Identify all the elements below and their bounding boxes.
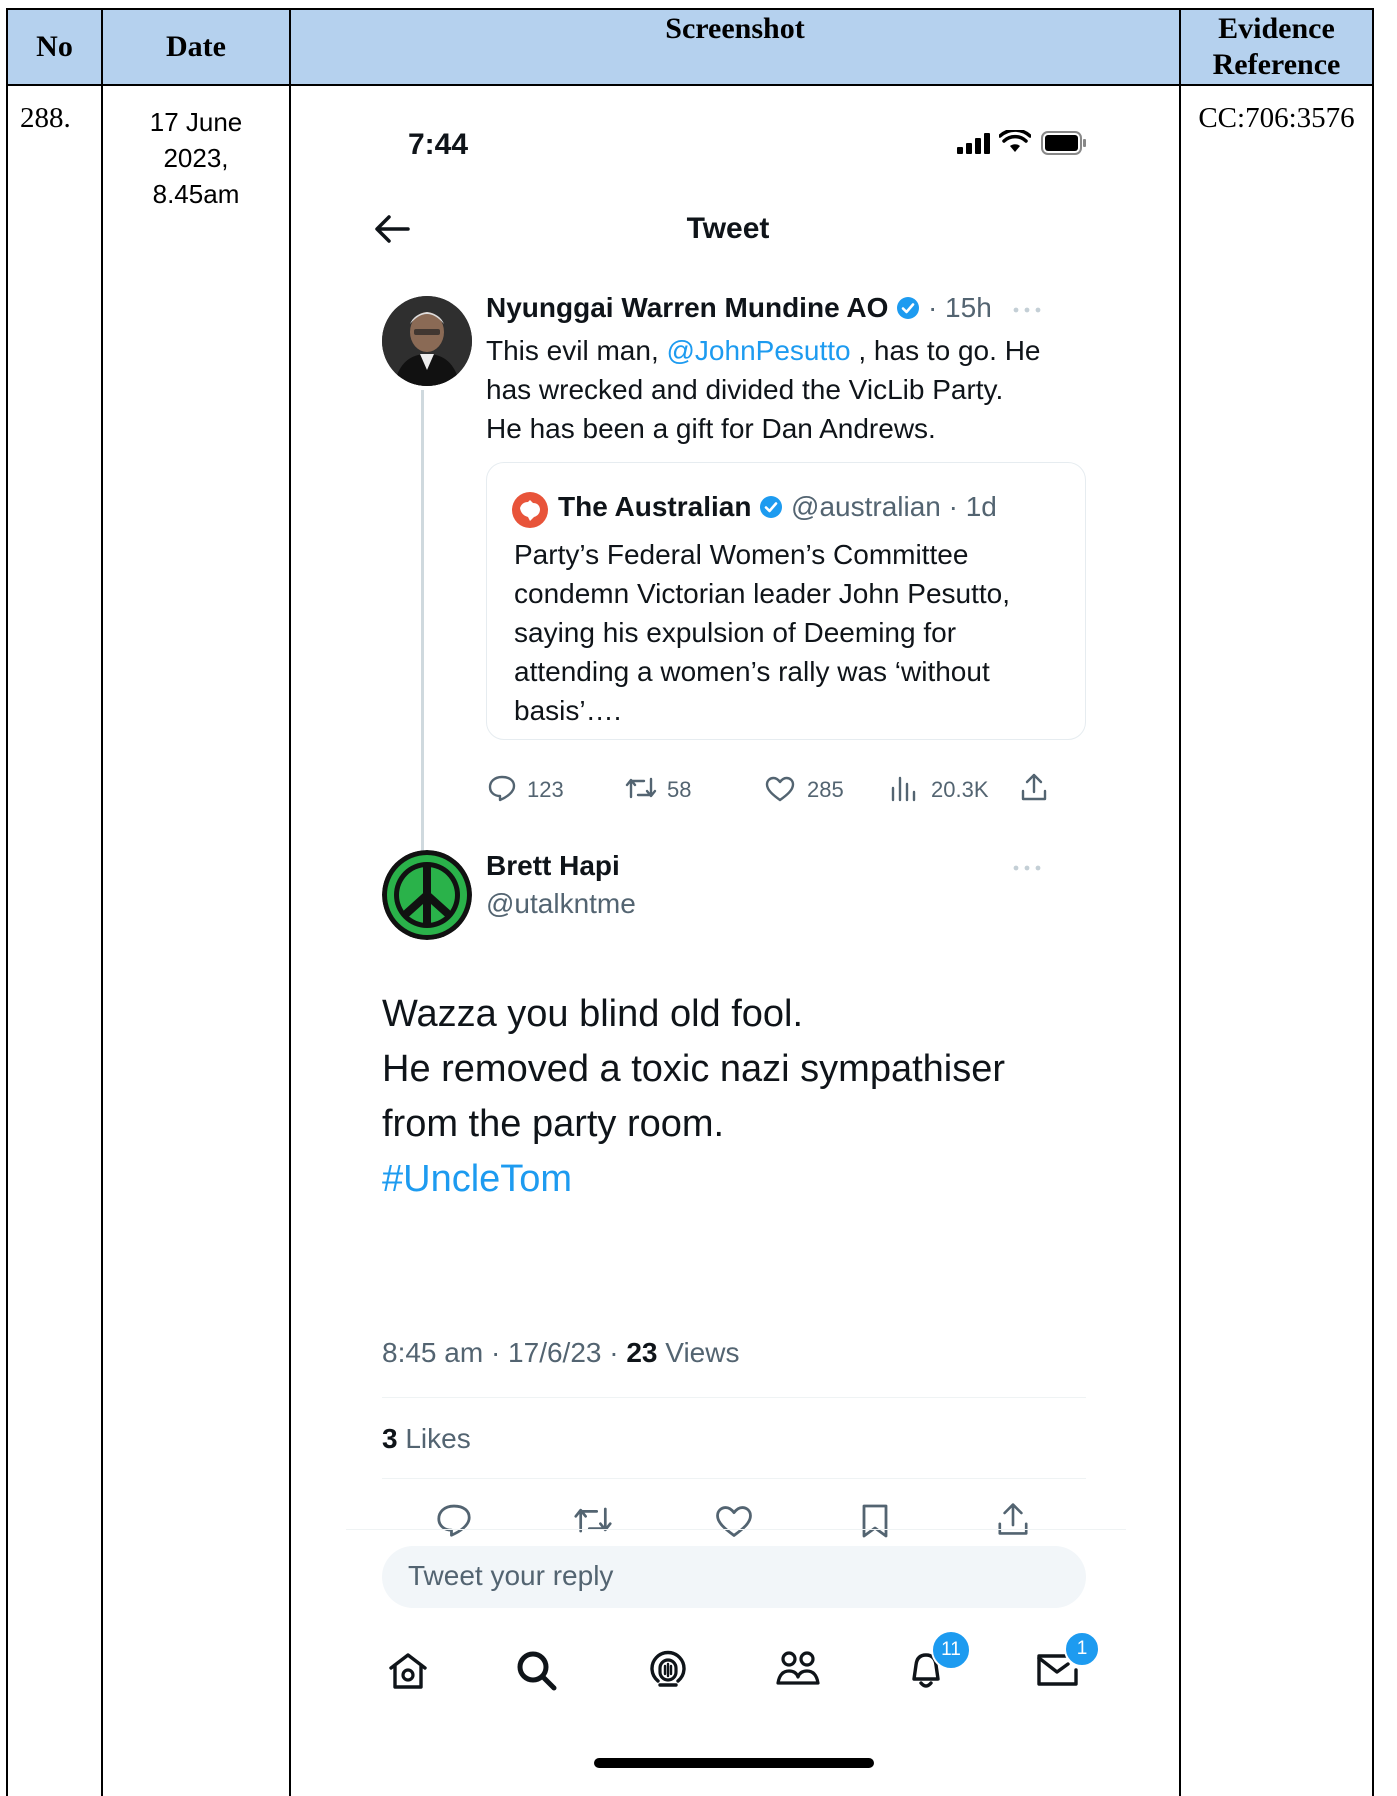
reply-text-line: from the party room. [382, 1103, 725, 1145]
reply-input-placeholder: Tweet your reply [408, 1560, 614, 1591]
like-icon[interactable] [765, 776, 795, 802]
retweet-count: 58 [667, 777, 692, 802]
row-date-line: 2023, [163, 143, 229, 173]
divider [382, 1397, 1086, 1398]
search-icon[interactable] [515, 1649, 557, 1691]
tweet-text-segment: , has to go. He [850, 335, 1041, 366]
quoted-text-line: condemn Victorian leader John Pesutto, [514, 578, 1011, 609]
home-icon[interactable] [387, 1651, 429, 1691]
thread-connector-line [421, 390, 424, 930]
row-date-line: 8.45am [152, 179, 240, 209]
avatar[interactable] [382, 296, 472, 386]
cellular-signal-icon [957, 132, 993, 154]
quoted-handle: @australian · 1d [791, 491, 997, 522]
header-no: No [36, 30, 73, 63]
row-date-line: 17 June [149, 107, 243, 137]
quoted-text-line: basis’…. [514, 695, 622, 726]
verified-badge-icon [896, 295, 920, 319]
column-divider [101, 10, 103, 1796]
bookmark-icon[interactable] [860, 1503, 890, 1539]
wifi-icon [999, 130, 1031, 154]
quoted-text-line: Party’s Federal Women’s Committee [514, 539, 969, 570]
notifications-badge: 11 [931, 1630, 971, 1670]
author-name[interactable]: Nyunggai Warren Mundine AO [486, 292, 888, 323]
views-count: 23 [626, 1337, 658, 1368]
reply-text-line: He removed a toxic nazi sympathiser [382, 1048, 1006, 1090]
tweet-header: Nyunggai Warren Mundine AO · 15h [486, 292, 992, 324]
verified-badge-icon [759, 494, 783, 518]
like-count: 285 [807, 777, 844, 802]
tweet-text-line: He has been a gift for Dan Andrews. [486, 413, 936, 444]
author-name[interactable]: Brett Hapi [486, 850, 620, 882]
divider [346, 1529, 1126, 1530]
more-options-icon[interactable] [1012, 306, 1042, 314]
quoted-tweet-text: Party’s Federal Women’s Committee condem… [514, 535, 1074, 730]
more-options-icon[interactable] [1012, 864, 1042, 872]
header-evidence-line1: Evidence [1218, 12, 1335, 45]
avatar[interactable] [382, 850, 472, 940]
reply-icon[interactable] [435, 1502, 473, 1538]
row-date: 17 June 2023, 8.45am [103, 104, 289, 212]
likes-label: Likes [397, 1423, 471, 1454]
status-time: 7:44 [408, 128, 469, 161]
hashtag-link[interactable]: #UncleTom [382, 1152, 1122, 1207]
tweet-meta: 8:45 am · 17/6/23 · 23 Views [382, 1337, 739, 1369]
reply-input[interactable]: Tweet your reply [382, 1546, 1086, 1608]
share-icon[interactable] [1020, 772, 1048, 802]
likes-summary[interactable]: 3 Likes [382, 1423, 471, 1455]
retweet-icon[interactable] [572, 1504, 614, 1536]
the-australian-logo-icon [512, 492, 548, 528]
nav-title: Tweet [686, 212, 770, 245]
mention-link[interactable]: @JohnPesutto [667, 335, 851, 366]
reply-tweet-text: Wazza you blind old fool. He removed a t… [382, 987, 1122, 1207]
reply-count: 123 [527, 777, 564, 802]
battery-icon [1041, 131, 1087, 155]
share-icon[interactable] [996, 1501, 1030, 1537]
column-divider [1372, 10, 1374, 1796]
spaces-icon[interactable] [646, 1647, 690, 1691]
author-handle: @utalkntme [486, 888, 636, 919]
header-screenshot: Screenshot [665, 12, 805, 45]
views-label: Views [657, 1337, 740, 1368]
reply-text-line: Wazza you blind old fool. [382, 993, 804, 1035]
tweet-text-segment: This evil man, [486, 335, 667, 366]
row-evidence-reference: CC:706:3576 [1198, 102, 1355, 134]
tweet-time: · 15h [927, 292, 992, 323]
views-count: 20.3K [931, 777, 989, 802]
quoted-text-line: saying his expulsion of Deeming for [514, 617, 957, 648]
tweet-text: This evil man, @JohnPesutto , has to go.… [486, 331, 1126, 448]
like-icon[interactable] [715, 1505, 753, 1538]
tweet-screenshot: 7:44 Tweet Nyunggai Warren Mundine AO · … [290, 84, 1166, 1790]
header-evidence-line2: Reference [1212, 48, 1341, 81]
tweet-text-line: has wrecked and divided the VicLib Party… [486, 374, 1004, 405]
home-indicator [594, 1758, 874, 1768]
divider [382, 1478, 1086, 1479]
views-icon[interactable] [890, 774, 916, 802]
header-date: Date [166, 30, 226, 63]
row-number: 288. [20, 102, 71, 134]
likes-count: 3 [382, 1423, 398, 1454]
tweet-timestamp: 8:45 am · 17/6/23 · [382, 1337, 627, 1368]
quoted-text-line: attending a women’s rally was ‘without [514, 656, 990, 687]
column-divider [1179, 10, 1181, 1796]
retweet-icon[interactable] [624, 775, 658, 801]
reply-icon[interactable] [487, 774, 517, 802]
quoted-tweet-header: The Australian @australian · 1d [558, 491, 997, 523]
messages-badge: 1 [1064, 1631, 1100, 1667]
communities-icon[interactable] [774, 1647, 822, 1691]
quoted-author-name: The Australian [558, 491, 752, 522]
